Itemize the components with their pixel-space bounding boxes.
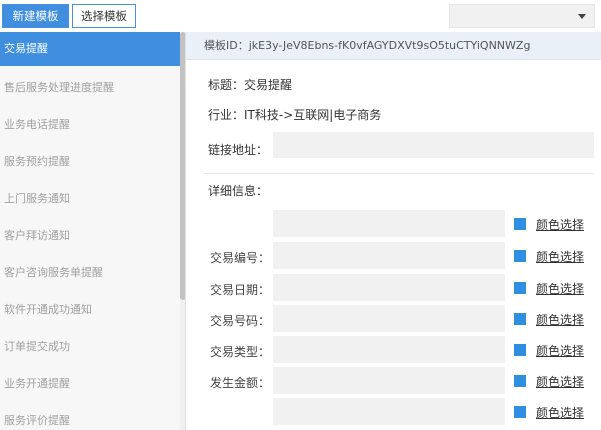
sidebar-item[interactable]: 售后服务处理进度提醒: [0, 69, 180, 106]
link-address-label: 链接地址：: [208, 143, 269, 157]
color-swatch-icon[interactable]: [514, 406, 526, 418]
template-id-bar: 模板ID：jkE3y-JeV8Ebns-fK0vfAGYDXVt9sO5tuCT…: [186, 32, 601, 60]
amount-input[interactable]: [273, 367, 505, 394]
color-swatch-icon[interactable]: [514, 282, 526, 294]
chevron-down-icon: [578, 14, 586, 19]
detail-row-label: 交易号码：: [209, 314, 270, 328]
detail-row-label: 发生金额：: [209, 376, 270, 390]
top-toolbar: 新建模板 选择模板: [0, 0, 601, 32]
template-select[interactable]: [449, 4, 595, 28]
template-detail-panel: 模板ID：jkE3y-JeV8Ebns-fK0vfAGYDXVt9sO5tuCT…: [186, 32, 601, 430]
color-select-link[interactable]: 颜色选择: [536, 311, 584, 328]
detail-row-input[interactable]: [273, 210, 505, 237]
link-address-input[interactable]: [273, 132, 594, 158]
transaction-date-input[interactable]: [273, 274, 505, 301]
transaction-number-input[interactable]: [273, 242, 505, 269]
sidebar-item-transaction-reminder[interactable]: 交易提醒: [0, 32, 180, 66]
transaction-type-input[interactable]: [273, 336, 505, 363]
color-swatch-icon[interactable]: [514, 250, 526, 262]
template-title: 标题：交易提醒: [208, 78, 293, 92]
template-sidebar: 交易提醒 售后服务处理进度提醒 业务电话提醒 服务预约提醒 上门服务通知 客户拜…: [0, 32, 186, 430]
color-select-link[interactable]: 颜色选择: [536, 373, 584, 390]
new-template-button[interactable]: 新建模板: [2, 4, 69, 28]
detail-row-label: 交易编号：: [209, 251, 270, 265]
sidebar-item[interactable]: 订单提交成功: [0, 328, 180, 365]
sidebar-item[interactable]: 业务电话提醒: [0, 106, 180, 143]
color-select-link[interactable]: 颜色选择: [536, 404, 584, 421]
color-select-link[interactable]: 颜色选择: [536, 248, 584, 265]
sidebar-item[interactable]: 业务开通提醒: [0, 365, 180, 402]
sidebar-item[interactable]: 客户拜访通知: [0, 217, 180, 254]
sidebar-item[interactable]: 服务预约提醒: [0, 143, 180, 180]
sidebar-item[interactable]: 软件开通成功通知: [0, 291, 180, 328]
detail-row-label: 交易类型：: [209, 345, 270, 359]
color-select-link[interactable]: 颜色选择: [536, 280, 584, 297]
color-swatch-icon[interactable]: [514, 313, 526, 325]
color-swatch-icon[interactable]: [514, 218, 526, 230]
color-select-link[interactable]: 颜色选择: [536, 342, 584, 359]
color-select-link[interactable]: 颜色选择: [536, 216, 584, 233]
choose-template-button[interactable]: 选择模板: [72, 4, 136, 28]
sidebar-item[interactable]: 上门服务通知: [0, 180, 180, 217]
divider: [204, 173, 594, 174]
sidebar-item[interactable]: 服务评价提醒: [0, 402, 180, 430]
template-industry: 行业：IT科技->互联网|电子商务: [208, 108, 382, 122]
detail-row-label: 交易日期：: [209, 283, 270, 297]
color-swatch-icon[interactable]: [514, 344, 526, 356]
detail-row-input[interactable]: [273, 398, 505, 425]
transaction-code-input[interactable]: [273, 305, 505, 332]
details-label: 详细信息：: [208, 184, 269, 198]
sidebar-item[interactable]: 客户咨询服务单提醒: [0, 254, 180, 291]
color-swatch-icon[interactable]: [514, 375, 526, 387]
